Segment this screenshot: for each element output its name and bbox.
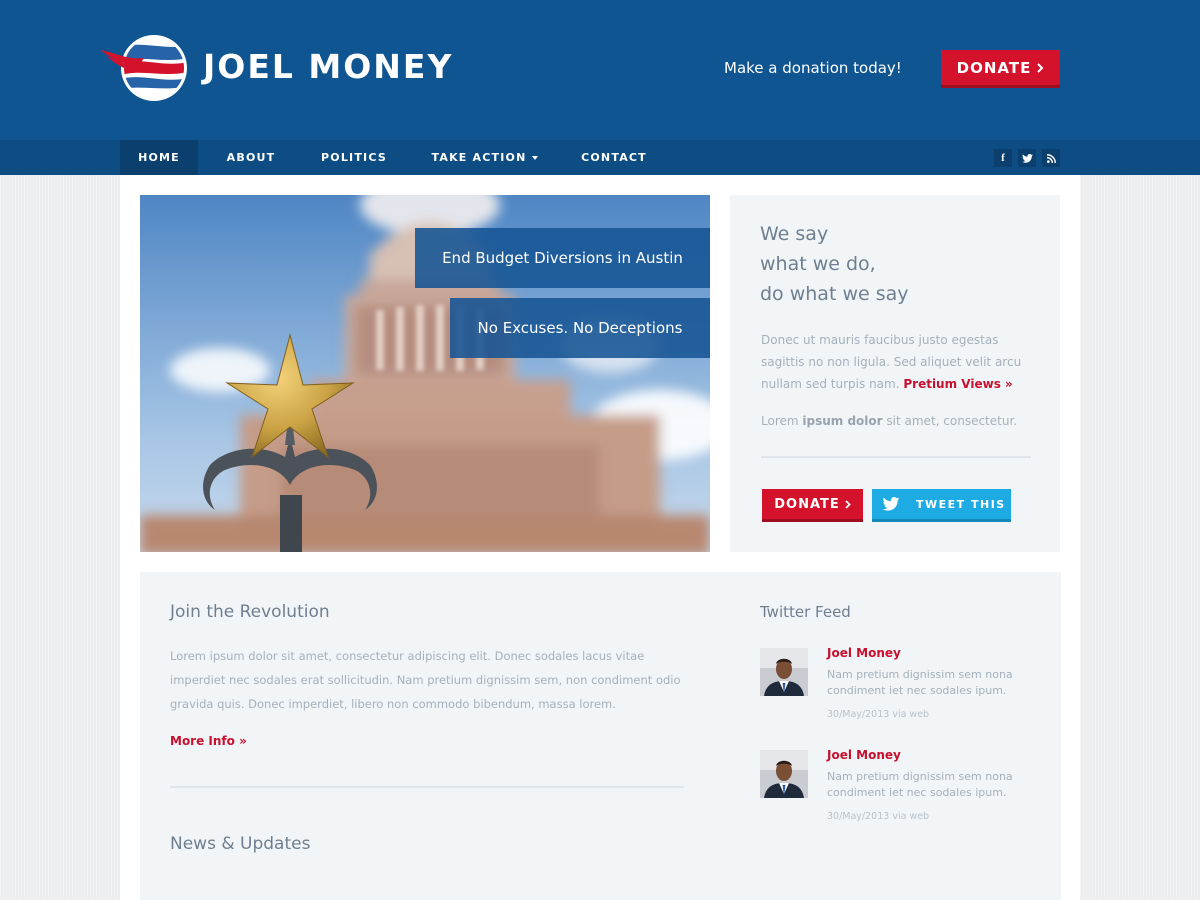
chevron-right-icon [1037, 62, 1044, 73]
tweet-text: Nam pretium dignissim sem nona condiment… [827, 668, 1013, 697]
nav-item-contact[interactable]: CONTACT [572, 140, 656, 175]
lorem-suffix: sit amet, consectetur. [886, 414, 1018, 428]
facebook-icon[interactable]: f [994, 149, 1012, 167]
tweet-author-link[interactable]: Joel Money [827, 748, 901, 762]
tweet-meta: 30/May/2013 via web [827, 811, 930, 822]
pretium-views-link[interactable]: Pretium Views » [903, 377, 1012, 391]
mission-paragraph: Donec ut mauris faucibus justo egestas s… [761, 329, 1036, 395]
tweet-meta: 30/May/2013 via web [827, 709, 930, 720]
twitter-icon[interactable] [1018, 149, 1036, 167]
lower-panel: Join the Revolution Lorem ipsum dolor si… [140, 572, 1061, 900]
chevron-right-icon [845, 499, 851, 509]
headline-line: what we do, [760, 253, 876, 275]
nav-item-home[interactable]: HOME [120, 140, 198, 175]
nav-item-label: HOME [138, 151, 180, 164]
lorem-bold: ipsum dolor [802, 414, 883, 428]
rss-icon[interactable] [1042, 149, 1060, 167]
headline-line: do what we say [760, 283, 909, 305]
nav-item-label: ABOUT [226, 151, 276, 164]
hero-caption-budget[interactable]: End Budget Diversions in Austin [415, 228, 710, 288]
hero-caption-text: No Excuses. No Deceptions [477, 319, 683, 337]
divider [761, 456, 1031, 458]
hero-slider[interactable]: End Budget Diversions in Austin No Excus… [140, 195, 710, 552]
tweet-item: Joel Money Nam pretium dignissim sem non… [760, 748, 1040, 840]
news-title: News & Updates [170, 834, 311, 854]
hero-caption-excuses[interactable]: No Excuses. No Deceptions [450, 298, 710, 358]
twitter-feed-title: Twitter Feed [760, 603, 851, 621]
lorem-prefix: Lorem [761, 414, 799, 428]
flag-globe-logo-icon[interactable] [100, 34, 190, 102]
logo-text[interactable]: JOEL MONEY [203, 47, 453, 87]
tweet-this-button[interactable]: TWEET THIS [872, 489, 1011, 522]
caret-down-icon [532, 155, 539, 160]
tweet-author-link[interactable]: Joel Money [827, 646, 901, 660]
tweet-item: Joel Money Nam pretium dignissim sem non… [760, 646, 1040, 738]
donation-tagline: Make a donation today! [724, 59, 902, 77]
join-body: Lorem ipsum dolor sit amet, consectetur … [170, 649, 681, 711]
site-header: JOEL MONEY Make a donation today! DONATE [0, 0, 1200, 140]
twitter-bird-icon [882, 497, 900, 511]
mission-card: We say what we do, do what we say Donec … [730, 195, 1060, 552]
nav-item-label: POLITICS [321, 151, 387, 164]
donate-button-label: DONATE [956, 58, 1032, 77]
header-donate-button[interactable]: DONATE [941, 50, 1060, 88]
nav-item-label: TAKE ACTION [431, 151, 527, 164]
nav-item-about[interactable]: ABOUT [214, 140, 288, 175]
nav-item-label: CONTACT [581, 151, 647, 164]
sidebar-donate-button[interactable]: DONATE [762, 489, 863, 522]
divider [170, 786, 684, 788]
tweet-this-label: TWEET THIS [916, 497, 1006, 511]
nav-item-politics[interactable]: POLITICS [312, 140, 396, 175]
headline-line: We say [760, 223, 829, 245]
tweet-text: Nam pretium dignissim sem nona condiment… [827, 770, 1013, 799]
avatar[interactable] [760, 648, 808, 696]
join-title: Join the Revolution [170, 602, 330, 622]
more-info-link[interactable]: More Info » [170, 734, 247, 748]
donate-button-label: DONATE [774, 496, 840, 512]
nav-item-take-action[interactable]: TAKE ACTION [424, 140, 546, 175]
hero-caption-text: End Budget Diversions in Austin [442, 249, 683, 267]
mission-headline: We say what we do, do what we say [760, 219, 1040, 309]
lorem-line: Lorem ipsum dolor sit amet, consectetur. [761, 411, 1036, 431]
avatar[interactable] [760, 750, 808, 798]
